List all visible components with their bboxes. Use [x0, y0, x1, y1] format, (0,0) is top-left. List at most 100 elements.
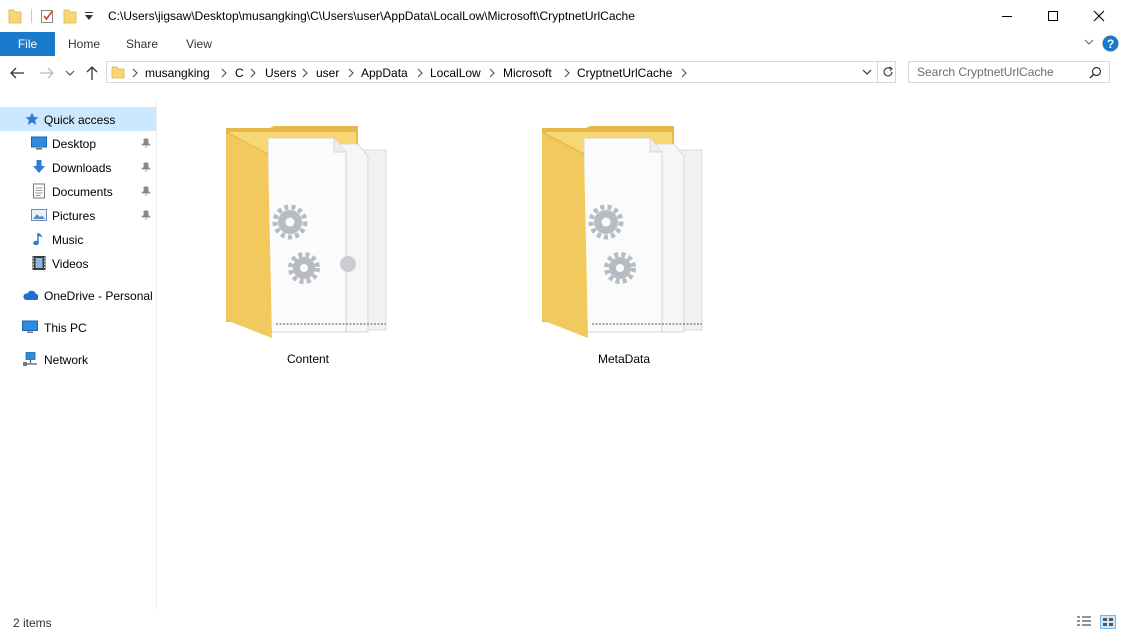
breadcrumb-separator-icon [302, 68, 308, 78]
breadcrumb-microsoft[interactable]: Microsoft [503, 66, 552, 80]
sidebar-item-label: Quick access [44, 113, 116, 127]
download-icon [33, 160, 45, 173]
maximize-icon [1048, 11, 1058, 21]
minimize-icon [1002, 16, 1012, 17]
tab-share[interactable]: Share [118, 32, 166, 56]
sidebar-item-desktop[interactable]: Desktop [0, 131, 156, 155]
address-bar[interactable]: musangking C Users user AppData LocalLow… [106, 61, 896, 83]
close-icon [1093, 10, 1105, 22]
sidebar-item-label: Pictures [52, 209, 96, 223]
sidebar-item-downloads[interactable]: Downloads [0, 155, 156, 179]
breadcrumb-appdata[interactable]: AppData [361, 66, 408, 80]
tab-file[interactable]: File [0, 32, 55, 56]
forward-button[interactable] [38, 65, 56, 81]
chevron-down-icon [65, 70, 75, 76]
close-button[interactable] [1076, 0, 1122, 32]
folder-icon [111, 66, 125, 79]
folder-name: Content [286, 352, 330, 366]
arrow-up-icon [86, 66, 98, 80]
refresh-icon [882, 66, 893, 77]
arrow-right-icon [40, 67, 54, 79]
music-icon [33, 233, 42, 246]
folder-item-content[interactable]: Content [208, 124, 408, 384]
pin-icon[interactable] [141, 210, 151, 220]
sidebar-item-label: Documents [52, 185, 113, 199]
ribbon-tabs: File Home Share View ? [0, 32, 1124, 57]
details-view-icon[interactable] [1076, 615, 1092, 629]
network-icon [23, 352, 37, 366]
tab-home[interactable]: Home [60, 32, 108, 56]
arrow-left-icon [10, 67, 24, 79]
refresh-button[interactable] [877, 61, 897, 83]
expand-ribbon-icon[interactable] [1084, 39, 1094, 47]
breadcrumb-separator-icon [250, 68, 256, 78]
customize-toolbar-icon[interactable] [84, 12, 94, 22]
breadcrumb-musangking[interactable]: musangking [145, 66, 210, 80]
sidebar-item-label: Videos [52, 257, 89, 271]
sidebar-item-pictures[interactable]: Pictures [0, 203, 156, 227]
toolbar-divider [31, 9, 32, 23]
folder-with-gear-files-icon [225, 126, 387, 338]
folder-item-metadata[interactable]: MetaData [524, 124, 724, 384]
breadcrumb-separator-icon [681, 68, 687, 78]
address-history-button[interactable] [857, 61, 877, 83]
folder-with-gear-files-icon [541, 126, 703, 338]
sidebar-item-videos[interactable]: Videos [0, 251, 156, 275]
sidebar-item-label: Network [44, 353, 89, 367]
breadcrumb-cryptneturlcache[interactable]: CryptnetUrlCache [577, 66, 672, 80]
status-item-count: 2 items [13, 616, 52, 630]
search-box [908, 61, 1110, 83]
sidebar-item-label: OneDrive - Personal [44, 289, 153, 303]
window-title: C:\Users\jigsaw\Desktop\musangking\C\Use… [108, 9, 635, 23]
minimize-button[interactable] [984, 0, 1030, 32]
sidebar-item-documents[interactable]: Documents [0, 179, 156, 203]
breadcrumb-separator-icon [348, 68, 354, 78]
breadcrumb-separator-icon [221, 68, 227, 78]
pictures-icon [31, 209, 47, 221]
folder-icon[interactable] [8, 8, 22, 24]
sidebar-item-label: This PC [44, 321, 87, 335]
cloud-icon [23, 290, 38, 300]
chevron-down-icon [862, 69, 872, 75]
pin-icon[interactable] [141, 186, 151, 196]
sidebar-item-onedrive[interactable]: OneDrive - Personal [0, 283, 156, 307]
large-icons-view-icon[interactable] [1100, 615, 1116, 629]
breadcrumb-locallow[interactable]: LocalLow [430, 66, 481, 80]
properties-icon[interactable] [40, 8, 56, 24]
pin-icon[interactable] [141, 138, 151, 148]
up-button[interactable] [83, 65, 101, 81]
recent-locations-button[interactable] [63, 65, 77, 81]
new-folder-icon[interactable] [63, 8, 77, 24]
breadcrumb-users[interactable]: Users [265, 66, 296, 80]
svg-text:?: ? [1107, 37, 1114, 51]
sidebar-item-label: Music [52, 233, 84, 247]
search-input[interactable] [909, 62, 1093, 82]
pane-divider[interactable] [156, 100, 157, 610]
breadcrumb-separator-icon [132, 68, 138, 78]
sidebar-item-label: Downloads [52, 161, 112, 175]
pin-icon[interactable] [141, 162, 151, 172]
sidebar-item-label: Desktop [52, 137, 97, 151]
sidebar-item-music[interactable]: Music [0, 227, 156, 251]
breadcrumb-separator-icon [417, 68, 423, 78]
computer-icon [22, 320, 38, 333]
maximize-button[interactable] [1030, 0, 1076, 32]
folder-name: MetaData [597, 352, 651, 366]
documents-icon [33, 183, 45, 199]
sidebar-item-this-pc[interactable]: This PC [0, 315, 156, 339]
breadcrumb-separator-icon [564, 68, 570, 78]
search-icon[interactable] [1089, 66, 1102, 79]
help-icon[interactable]: ? [1102, 35, 1119, 52]
breadcrumb-user[interactable]: user [316, 66, 339, 80]
sidebar-item-quick-access[interactable]: Quick access [0, 107, 156, 131]
tab-view[interactable]: View [175, 32, 223, 56]
breadcrumb-c[interactable]: C [235, 66, 244, 80]
navigation-pane: Quick access Desktop Downloads Documents… [0, 104, 156, 612]
sidebar-item-network[interactable]: Network [0, 347, 156, 371]
back-button[interactable] [8, 65, 26, 81]
title-bar: C:\Users\jigsaw\Desktop\musangking\C\Use… [0, 0, 1124, 32]
breadcrumb-separator-icon [489, 68, 495, 78]
desktop-icon [31, 136, 47, 150]
star-icon [25, 112, 39, 125]
videos-icon [32, 256, 46, 270]
